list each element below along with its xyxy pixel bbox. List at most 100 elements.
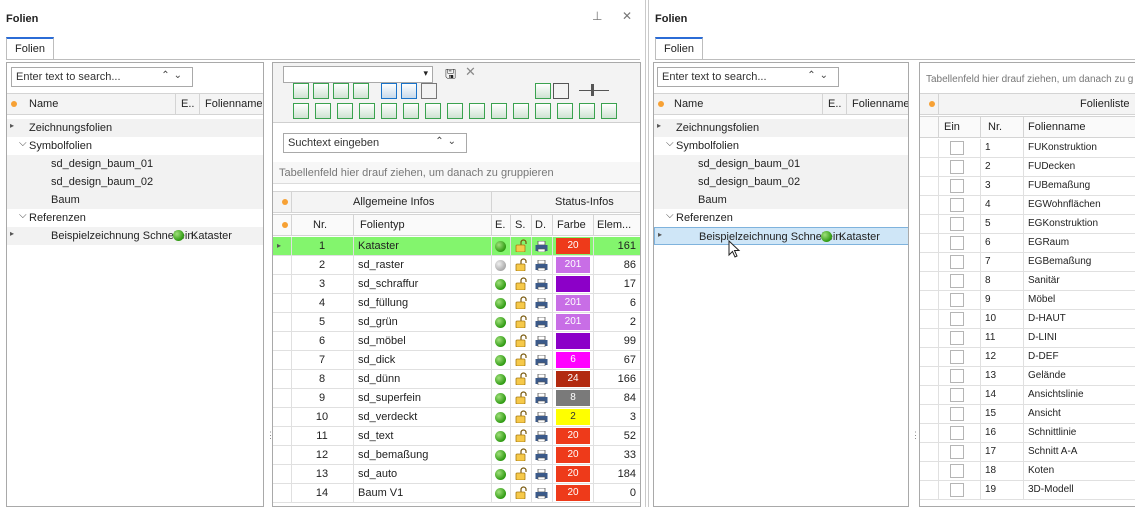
collapse-chevron-icon[interactable]: ⌵ — [19, 210, 27, 221]
cell-folienname[interactable]: D-LINI — [1025, 329, 1135, 348]
ein-checkbox[interactable] — [950, 255, 964, 269]
cell-folienname[interactable]: FUKonstruktion — [1025, 139, 1135, 158]
cell-folientyp[interactable]: sd_superfein — [355, 389, 491, 408]
layer-tool-icon[interactable] — [315, 103, 331, 119]
cell-folientyp[interactable]: sd_bemaßung — [355, 446, 491, 465]
color-swatch[interactable]: 24 — [556, 371, 590, 387]
color-swatch[interactable]: 20 — [556, 238, 590, 254]
color-swatch[interactable]: 20 — [556, 466, 590, 482]
cell-folienname[interactable]: D-DEF — [1025, 348, 1135, 367]
ein-checkbox[interactable] — [950, 293, 964, 307]
ein-checkbox[interactable] — [950, 331, 964, 345]
collapse-chevron-icon[interactable]: ⌵ — [19, 138, 27, 149]
ein-checkbox[interactable] — [950, 426, 964, 440]
printer-icon[interactable] — [535, 317, 548, 328]
color-swatch[interactable]: 201 — [556, 295, 590, 311]
tree-item[interactable]: ⌵ Referenzen — [7, 209, 263, 227]
col-e[interactable]: E.. — [181, 98, 194, 110]
table-row[interactable]: 8 sd_dünn 24 166 — [273, 370, 640, 389]
layer-add-icon[interactable] — [313, 83, 329, 99]
layer-on-icon[interactable] — [495, 317, 506, 328]
col-folienname[interactable]: Folienname — [205, 98, 262, 110]
color-swatch[interactable] — [556, 333, 590, 349]
layer-edit-icon[interactable] — [353, 83, 369, 99]
cell-folienname[interactable]: Gelände — [1025, 367, 1135, 386]
printer-icon[interactable] — [535, 355, 548, 366]
ein-checkbox[interactable] — [950, 236, 964, 250]
splitter-handle[interactable]: ⋮ — [266, 430, 275, 441]
layer-tool-icon[interactable] — [403, 103, 419, 119]
cell-folienname[interactable]: D-HAUT — [1025, 310, 1135, 329]
ein-checkbox[interactable] — [950, 407, 964, 421]
slider-thumb[interactable] — [591, 84, 594, 96]
layer-tool-icon[interactable] — [491, 103, 507, 119]
ein-checkbox[interactable] — [950, 445, 964, 459]
color-swatch[interactable]: 201 — [556, 314, 590, 330]
layer-tool-icon[interactable] — [535, 103, 551, 119]
col-name[interactable]: Name — [29, 98, 58, 110]
layer-on-icon[interactable] — [495, 412, 506, 423]
color-swatch[interactable]: 20 — [556, 485, 590, 501]
layer-tool-icon[interactable] — [447, 103, 463, 119]
tree-search-input[interactable]: Enter text to search... ⌃⌄ — [11, 67, 193, 87]
table-row[interactable]: 4 sd_füllung 201 6 — [273, 294, 640, 313]
layer-filter-icon[interactable] — [421, 83, 437, 99]
layer-tool-icon[interactable] — [579, 103, 595, 119]
printer-icon[interactable] — [535, 241, 548, 252]
unlocked-icon[interactable] — [515, 372, 528, 385]
unlocked-icon[interactable] — [515, 239, 528, 252]
table-row[interactable]: 10 sd_verdeckt 2 3 — [273, 408, 640, 427]
table-row[interactable]: 1 FUKonstruktion — [920, 139, 1135, 158]
table-row[interactable]: 19 3D-Modell — [920, 481, 1135, 500]
col-farbe[interactable]: Farbe — [557, 219, 586, 231]
ein-checkbox[interactable] — [950, 274, 964, 288]
table-row[interactable]: 7 EGBemaßung — [920, 253, 1135, 272]
cell-folientyp[interactable]: sd_text — [355, 427, 491, 446]
cell-folienname[interactable]: Möbel — [1025, 291, 1135, 310]
layer-tool-icon[interactable] — [601, 103, 617, 119]
table-row[interactable]: 3 sd_schraffur 17 — [273, 275, 640, 294]
cell-folientyp[interactable]: sd_dünn — [355, 370, 491, 389]
printer-icon[interactable] — [535, 450, 548, 461]
table-row[interactable]: 6 sd_möbel 99 — [273, 332, 640, 351]
expand-arrow-icon[interactable]: ▸ — [657, 121, 661, 130]
unlocked-icon[interactable] — [515, 391, 528, 404]
expand-arrow-icon[interactable]: ▸ — [10, 229, 14, 238]
cell-folientyp[interactable]: sd_raster — [355, 256, 491, 275]
table-row[interactable]: 16 Schnittlinie — [920, 424, 1135, 443]
unlocked-icon[interactable] — [515, 448, 528, 461]
color-swatch[interactable]: 6 — [556, 352, 590, 368]
table-row[interactable]: 4 EGWohnflächen — [920, 196, 1135, 215]
printer-icon[interactable] — [535, 488, 548, 499]
pin-icon[interactable]: ⊥ — [592, 9, 602, 23]
chevron-up-down-icon[interactable]: ⌃⌄ — [807, 70, 832, 81]
group-by-hint[interactable]: Tabellenfeld hier drauf ziehen, um danac… — [926, 74, 1133, 85]
ein-checkbox[interactable] — [950, 217, 964, 231]
color-swatch[interactable]: 20 — [556, 428, 590, 444]
table-row[interactable]: 9 Möbel — [920, 291, 1135, 310]
unlocked-icon[interactable] — [515, 334, 528, 347]
table-row[interactable]: 8 Sanitär — [920, 272, 1135, 291]
color-swatch[interactable]: 8 — [556, 390, 590, 406]
col-d[interactable]: D. — [535, 219, 546, 231]
unlocked-icon[interactable] — [515, 258, 528, 271]
layer-green-icon[interactable] — [535, 83, 551, 99]
layer-on-icon[interactable] — [495, 374, 506, 385]
collapse-chevron-icon[interactable]: ⌵ — [666, 210, 674, 221]
printer-icon[interactable] — [535, 412, 548, 423]
layer-on-icon[interactable] — [495, 355, 506, 366]
ein-checkbox[interactable] — [950, 179, 964, 193]
cell-folienname[interactable]: Ansicht — [1025, 405, 1135, 424]
layer-on-icon[interactable] — [495, 431, 506, 442]
table-row[interactable]: 11 sd_text 20 52 — [273, 427, 640, 446]
table-row[interactable]: 6 EGRaum — [920, 234, 1135, 253]
cell-folientyp[interactable]: sd_grün — [355, 313, 491, 332]
layer-tool-icon[interactable] — [425, 103, 441, 119]
tree-item[interactable]: Baum — [654, 191, 908, 209]
ein-checkbox[interactable] — [950, 369, 964, 383]
table-row[interactable]: 2 FUDecken — [920, 158, 1135, 177]
color-swatch[interactable] — [556, 276, 590, 292]
layer-manage-icon[interactable] — [293, 83, 309, 99]
cell-folienname[interactable]: FUDecken — [1025, 158, 1135, 177]
layer-tool-icon[interactable] — [513, 103, 529, 119]
